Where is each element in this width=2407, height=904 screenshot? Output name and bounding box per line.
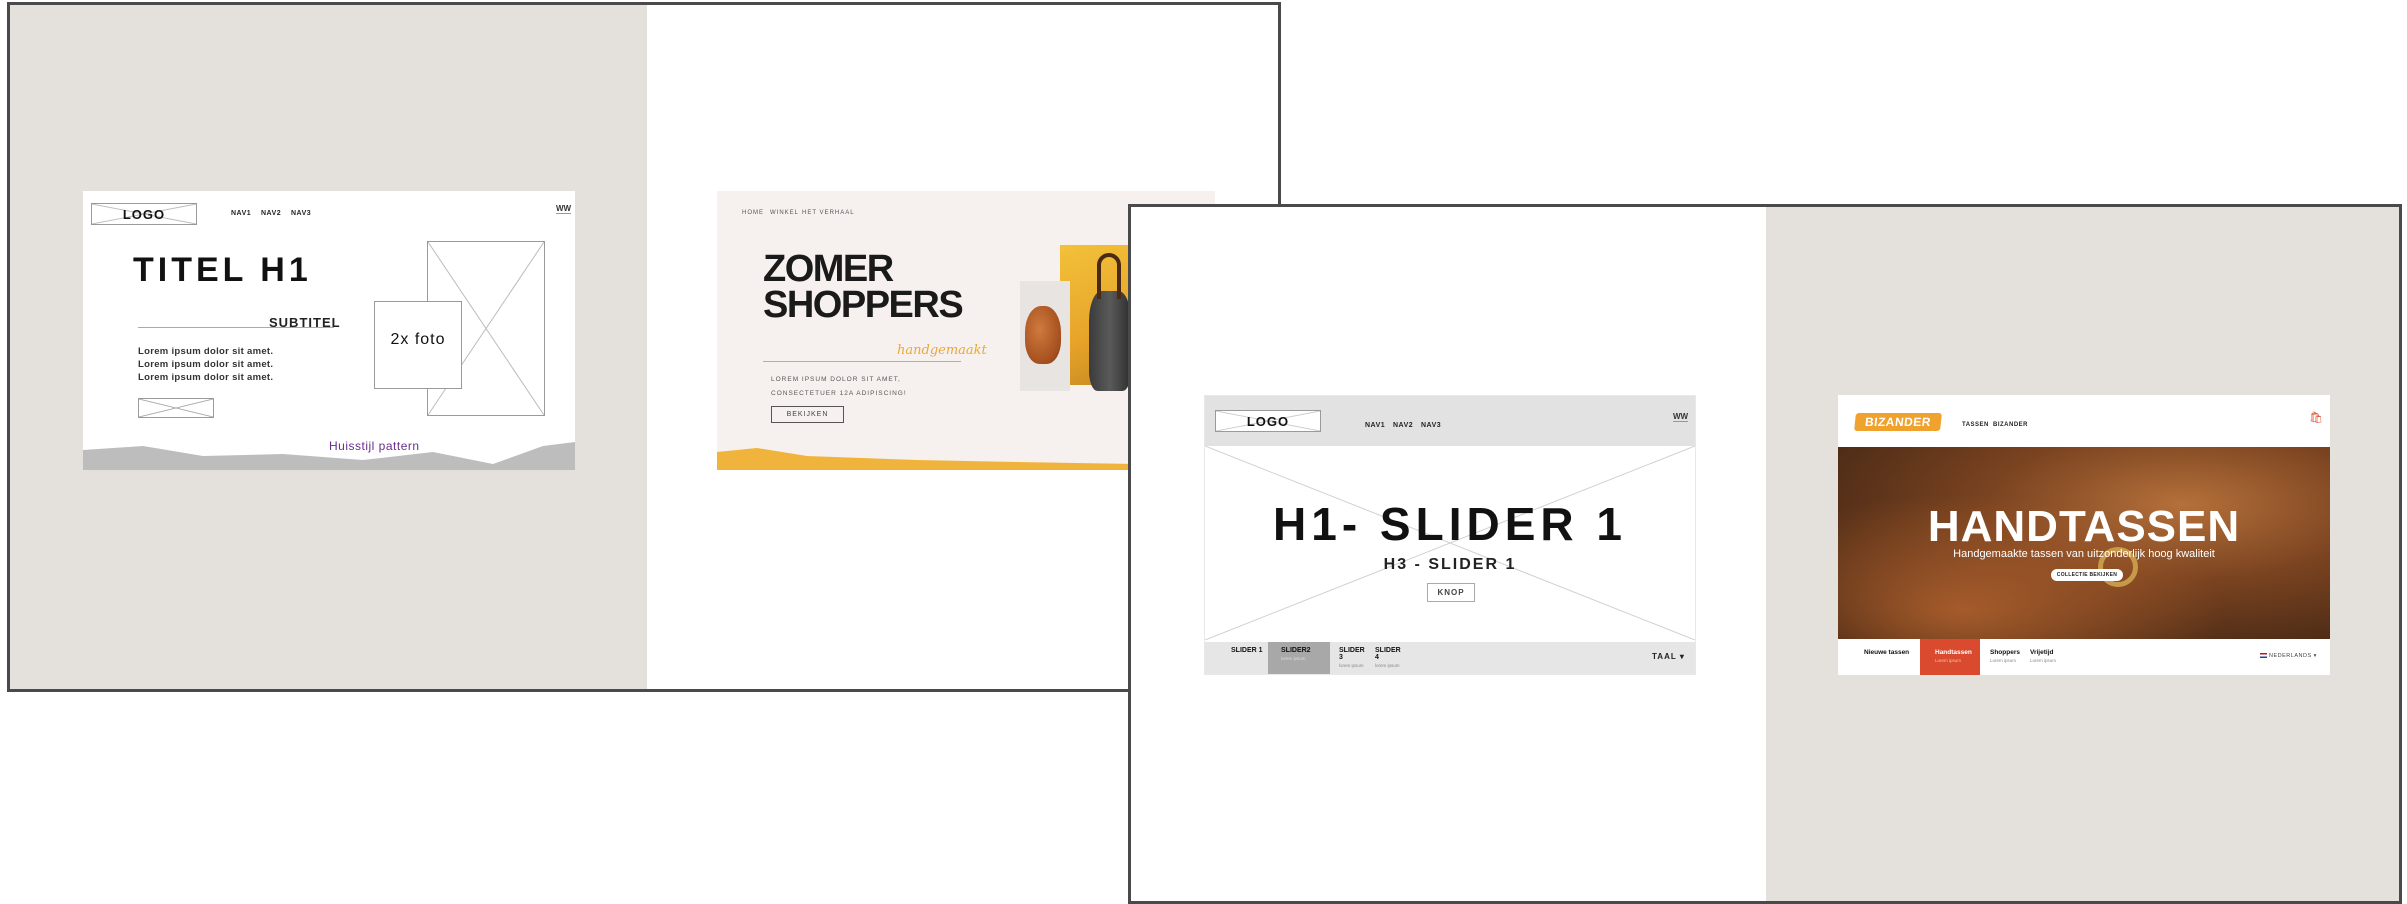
hero-subtitle: Handgemaakte tassen van uitzonderlijk ho… xyxy=(1953,548,2215,560)
slider-tab-3[interactable]: SLIDER 3 lorem ipsum xyxy=(1333,642,1373,674)
artboard-2: LOGO NAV1 NAV2 NAV3 WW H1- SLIDER 1 H3 -… xyxy=(1128,204,2402,904)
design-language-selector[interactable]: NEDERLANDS ▾ xyxy=(2260,653,2317,659)
slider-tab-4[interactable]: SLIDER 4 lorem ipsum xyxy=(1369,642,1409,674)
design-heading-line-1: ZOMER xyxy=(763,248,894,290)
nav-item-2-2[interactable]: NAV2 xyxy=(1393,422,1413,429)
wireframe-hero-2: LOGO NAV1 NAV2 NAV3 WW H1- SLIDER 1 H3 -… xyxy=(1204,395,1696,675)
image-placeholder-small: 2x foto xyxy=(374,301,462,389)
design-tab-handtassen-active[interactable]: Handtassen Lorem ipsum xyxy=(1920,639,1980,675)
body-text-line-1: Lorem ipsum dolor sit amet. xyxy=(138,346,274,357)
design-nav-tassen[interactable]: TASSEN xyxy=(1962,422,1989,428)
design-hero-2: BIZANDER TASSEN BIZANDER 🛍 HANDTASSEN Ha… xyxy=(1838,395,2330,675)
design-nav-verhaal[interactable]: HET VERHAAL xyxy=(802,210,855,216)
page-title: TITEL H1 xyxy=(133,251,312,289)
language-selector[interactable]: TAAL ▾ xyxy=(1652,652,1685,661)
slider-tabs-bar: SLIDER 1 SLIDER2 lorem ipsum SLIDER 3 lore… xyxy=(1205,642,1695,674)
hero-title: HANDTASSEN xyxy=(1927,502,2241,551)
design-body-line-1: LOREM IPSUM DOLOR SIT AMET, xyxy=(771,376,901,383)
slider-h1: H1- SLIDER 1 xyxy=(1273,498,1627,550)
design-nav-bizander[interactable]: BIZANDER xyxy=(1993,422,2028,428)
design-tab-nieuwe[interactable]: Nieuwe tassen xyxy=(1858,639,1918,675)
design-heading-line-2: SHOPPERS xyxy=(763,284,964,326)
logo-text: LOGO xyxy=(122,207,166,222)
design-body-line-2: CONSECTETUER 12A ADIPISCING! xyxy=(771,390,907,397)
logo-text-2: LOGO xyxy=(1246,414,1290,429)
slider-button[interactable]: KNOP xyxy=(1427,583,1475,602)
chevron-down-icon: ▾ xyxy=(1679,652,1685,661)
design-photo-grey-bag xyxy=(1089,291,1131,391)
nav-item-2[interactable]: NAV2 xyxy=(261,210,281,217)
design-nav-home[interactable]: HOME xyxy=(742,210,764,216)
design-accent-rule xyxy=(763,361,961,362)
hero-button[interactable]: COLLECTIE BEKIJKEN xyxy=(2051,569,2123,581)
design-nav-winkel[interactable]: WINKEL xyxy=(770,210,799,216)
chevron-down-icon: ▾ xyxy=(2313,653,2317,659)
design-tabs-bar: Nieuwe tassen Handtassen Lorem ipsum Shop… xyxy=(1838,639,2330,675)
wireframe-hero-1: LOGO NAV1 NAV2 NAV3 WW TITEL H1 SUBTITEL… xyxy=(83,191,575,470)
logo-placeholder-2: LOGO xyxy=(1215,410,1321,432)
corner-badge-2[interactable]: WW xyxy=(1673,412,1689,422)
slider-tab-2-active[interactable]: SLIDER2 lorem ipsum xyxy=(1268,642,1330,674)
nav-item-2-1[interactable]: NAV1 xyxy=(1365,422,1385,429)
subtitle: SUBTITEL xyxy=(269,315,341,330)
corner-badge[interactable]: WW xyxy=(556,204,572,214)
design-script-text: handgemaakt xyxy=(897,343,987,358)
artboard-1: LOGO NAV1 NAV2 NAV3 WW TITEL H1 SUBTITEL… xyxy=(7,2,1281,692)
nav-item-3[interactable]: NAV3 xyxy=(291,210,311,217)
design-photo-bag-handle xyxy=(1097,253,1121,299)
design-tab-shoppers[interactable]: Shoppers Lorem ipsum xyxy=(1984,639,2024,675)
button-placeholder[interactable] xyxy=(138,398,214,418)
design-button-bekijken[interactable]: BEKIJKEN xyxy=(771,406,844,423)
design-tab-vrijetijd[interactable]: Vrijetijd Lorem ipsum xyxy=(2024,639,2064,675)
design-photo-leather-bag xyxy=(1025,306,1061,364)
body-text-line-3: Lorem ipsum dolor sit amet. xyxy=(138,372,274,383)
flag-icon xyxy=(2260,653,2267,659)
brand-logo[interactable]: BIZANDER xyxy=(1854,413,1942,431)
shopping-bag-icon[interactable]: 🛍 xyxy=(2309,411,2323,424)
logo-placeholder: LOGO xyxy=(91,203,197,225)
pattern-label: Huisstijl pattern xyxy=(329,439,420,453)
nav-item-2-3[interactable]: NAV3 xyxy=(1421,422,1441,429)
body-text-line-2: Lorem ipsum dolor sit amet. xyxy=(138,359,274,370)
slider-h3: H3 - SLIDER 1 xyxy=(1383,556,1517,573)
nav-item-1[interactable]: NAV1 xyxy=(231,210,251,217)
photo-label: 2x foto xyxy=(390,331,446,348)
